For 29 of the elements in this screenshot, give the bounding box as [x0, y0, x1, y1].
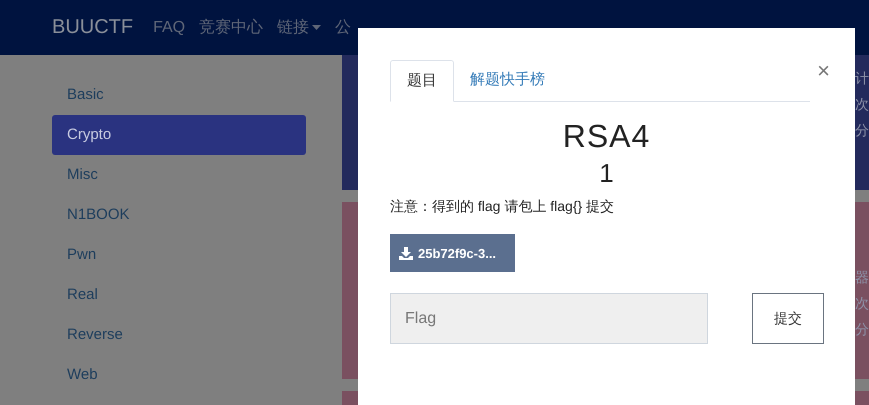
download-icon — [399, 246, 413, 260]
download-button[interactable]: 25b72f9c-3... — [390, 234, 515, 272]
category-item[interactable]: Web — [52, 355, 306, 395]
card-text: 次 — [855, 96, 869, 114]
close-button[interactable]: × — [817, 58, 830, 84]
dialog-tab[interactable]: 解题快手榜 — [454, 60, 561, 101]
flag-input[interactable]: Flag — [390, 293, 708, 344]
submit-button[interactable]: 提交 — [752, 293, 824, 344]
nav-link[interactable]: 公 — [335, 17, 352, 38]
challenge-title: RSA4 — [562, 117, 650, 156]
category-item[interactable]: Misc — [52, 155, 306, 195]
category-item[interactable]: Reverse — [52, 315, 306, 355]
card-text: 计 — [855, 70, 869, 88]
category-item[interactable]: Pwn — [52, 235, 306, 275]
card-text: 器 — [855, 269, 869, 287]
site-logo[interactable]: BUUCTF — [52, 16, 134, 39]
nav-link[interactable]: 链接 — [277, 17, 322, 38]
category-item[interactable]: Real — [52, 275, 306, 315]
dialog-tab[interactable]: 题目 — [390, 60, 454, 102]
challenge-points: 1 — [599, 157, 614, 190]
nav-link[interactable]: FAQ — [153, 18, 186, 36]
hint-text: 注意：得到的 flag 请包上 flag{} 提交 — [390, 198, 616, 216]
category-item[interactable]: Crypto — [52, 115, 306, 155]
card-text: 分 — [855, 122, 869, 140]
card-text: 分 — [855, 321, 869, 339]
nav-link[interactable]: 竞赛中心 — [199, 17, 264, 38]
category-item[interactable]: Basic — [52, 75, 306, 115]
category-item[interactable]: N1BOOK — [52, 195, 306, 235]
card-text: 次 — [855, 295, 869, 313]
